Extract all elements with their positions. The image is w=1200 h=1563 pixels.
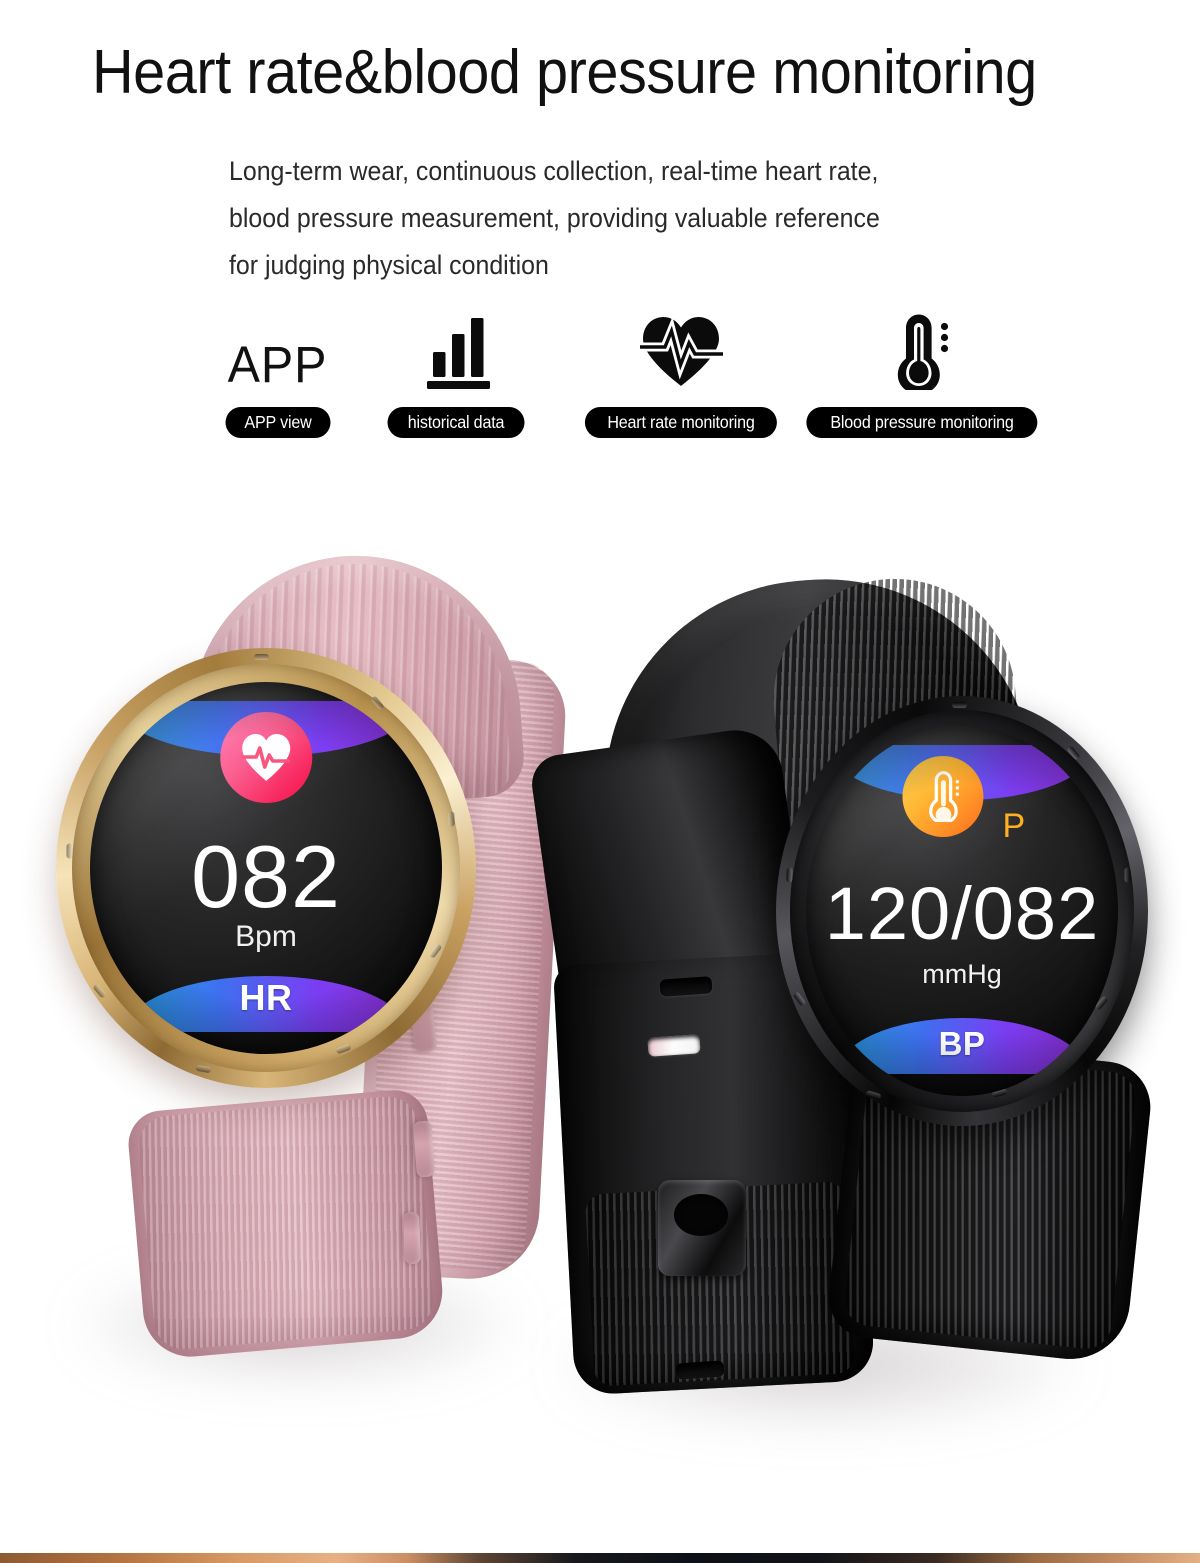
feature-pill-blood-pressure: Blood pressure monitoring: [805, 407, 1038, 438]
black-strap-hole-2: [647, 1034, 701, 1057]
bezel-tick: [786, 867, 793, 883]
product-feature-page: Heart rate&blood pressure monitoring Lon…: [0, 0, 1200, 1563]
black-watch-mode-label: BP: [938, 1024, 986, 1062]
bezel-tick: [195, 1064, 212, 1074]
description-line-1: Long-term wear, continuous collection, r…: [229, 156, 879, 186]
bar-chart-icon: [427, 318, 490, 389]
bezel-tick: [66, 843, 73, 859]
pink-watch-case: 082 Bpm HR: [56, 648, 476, 1088]
black-smartwatch: P 120/082 mmHg BP: [528, 561, 1160, 1396]
description-line-2: blood pressure measurement, providing va…: [229, 203, 880, 233]
feature-historical-data: historical data: [367, 312, 545, 444]
feature-label-app-view: APP view: [244, 412, 312, 432]
heart-pulse-icon-slot: [570, 312, 792, 390]
thermometer-icon-slot: [799, 312, 1044, 390]
feature-heart-rate: Heart rate monitoring: [570, 312, 792, 444]
bezel-tick: [448, 811, 455, 827]
pink-watch-screen[interactable]: 082 Bpm HR: [90, 682, 442, 1054]
heart-badge-glyph: [241, 733, 290, 781]
black-watch-bp-value: 120/082: [824, 872, 1100, 955]
black-watch-p-indicator: P: [1002, 807, 1026, 846]
feature-pill-app-view: APP view: [225, 407, 331, 438]
bezel-tick: [1124, 867, 1131, 883]
pink-gold-smartwatch: 082 Bpm HR: [40, 540, 569, 1361]
feature-pill-heart-rate: Heart rate monitoring: [584, 407, 778, 438]
app-text-icon-slot: APP: [214, 312, 342, 390]
pink-strap-keeper-4: [403, 1211, 421, 1265]
pink-strap-keeper-3: [413, 1120, 435, 1178]
black-watch-screen[interactable]: P 120/082 mmHg BP: [806, 726, 1118, 1096]
black-watch-case: P 120/082 mmHg BP: [776, 696, 1148, 1126]
feature-label-heart-rate: Heart rate monitoring: [607, 412, 755, 432]
feature-pill-historical-data: historical data: [387, 407, 525, 438]
heart-pulse-badge-icon: [220, 711, 312, 804]
pink-strap-bottom: [125, 1087, 447, 1361]
black-strap-hole-1: [659, 976, 713, 997]
product-photo-scene: 082 Bpm HR P 120/082 mmHg BP: [0, 500, 1200, 1500]
black-strap-buckle: [658, 1180, 746, 1276]
bezel-tick: [254, 654, 269, 660]
pink-watch-hr-unit: Bpm: [235, 920, 297, 954]
thermometer-badge-icon: [902, 755, 984, 837]
thermometer-badge-glyph: [928, 771, 959, 823]
app-text-icon: APP: [228, 336, 328, 393]
page-description: Long-term wear, continuous collection, r…: [229, 148, 972, 289]
feature-label-blood-pressure: Blood pressure monitoring: [829, 412, 1014, 432]
feature-label-historical-data: historical data: [407, 412, 505, 432]
feature-blood-pressure: Blood pressure monitoring: [799, 312, 1044, 444]
thermometer-icon: [897, 314, 948, 390]
black-watch-bp-unit: mmHg: [922, 959, 1002, 990]
heart-pulse-icon: [640, 316, 723, 386]
description-line-3: for judging physical condition: [229, 250, 549, 280]
bar-chart-icon-slot: [367, 312, 545, 390]
next-section-sliver: [0, 1553, 1200, 1563]
feature-list: APP APP view historical data Heart rate …: [214, 312, 1044, 444]
bezel-tick: [952, 702, 967, 708]
pink-watch-face-hr: 082 Bpm HR: [90, 682, 442, 1054]
pink-watch-mode-label: HR: [239, 976, 293, 1018]
black-watch-face-bp: P 120/082 mmHg BP: [806, 726, 1118, 1096]
page-title: Heart rate&blood pressure monitoring: [92, 38, 1037, 107]
black-strap-hole-3: [675, 1360, 725, 1380]
feature-app-view: APP APP view: [214, 312, 342, 444]
pink-watch-hr-value: 082: [191, 826, 341, 926]
